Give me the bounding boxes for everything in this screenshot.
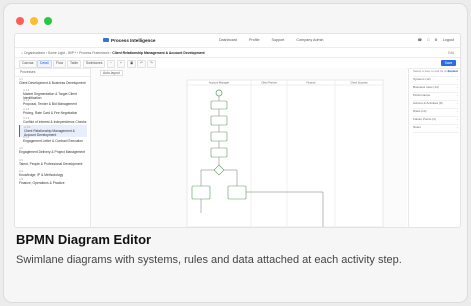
nav-support[interactable]: Support	[272, 38, 285, 42]
sidebar-item[interactable]: 4.5 Finance, Operations & Practice	[19, 177, 87, 185]
property-section-label: Performance	[413, 93, 431, 97]
sidebar-item-label: Conflict of Interest & Independence Chec…	[23, 120, 87, 124]
diagram-canvas[interactable]: Auto-layout Account Manager Client Partn…	[91, 68, 407, 227]
property-section[interactable]: Performance ›	[413, 93, 458, 101]
property-section-label: Systems (12)	[413, 77, 431, 81]
sidebar-item[interactable]: 4.3 Talent, People & Professional Develop…	[19, 158, 87, 166]
swimlane-diagram: Account Manager Client Partner Finance C…	[186, 79, 384, 227]
notifications-icon[interactable]: ☎	[418, 38, 423, 42]
view-canvas-button[interactable]: Canvas	[19, 60, 37, 68]
property-section[interactable]: Actions & Activities (8) ›	[413, 101, 458, 109]
chevron-right-icon: ›	[457, 101, 458, 105]
nav-profile[interactable]: Profile	[249, 38, 259, 42]
zoom-in-icon[interactable]: +	[117, 60, 125, 68]
sidebar-item[interactable]: 4.1.6 Engagement Letter & Contract Execut…	[19, 135, 87, 143]
lane-header-finance: Finance	[306, 81, 316, 85]
lane-header-client-success: Client Success	[350, 81, 368, 85]
nav-right: ☎ □ ⚙ Logout	[418, 38, 454, 42]
breadcrumb-current: Client Relationship Management & Account…	[112, 50, 205, 55]
sidebar-item-label: Talent, People & Professional Developmen…	[19, 162, 83, 166]
sidebar-item-label: Client Development & Business Developmen…	[19, 81, 86, 85]
calendar-icon[interactable]: □	[427, 38, 429, 42]
start-event[interactable]	[215, 89, 223, 97]
brand-name: Process Intelligence	[111, 37, 156, 43]
feature-description: Swimlane diagrams with systems, rules an…	[16, 254, 402, 266]
activity-node[interactable]	[227, 185, 247, 200]
activity-node[interactable]	[191, 185, 211, 200]
property-section-label: Failure Points (3)	[413, 117, 436, 121]
expand-link[interactable]: Expand	[448, 69, 458, 73]
nav-dashboard[interactable]: Dashboard	[219, 38, 237, 42]
sidebar-item[interactable]: 4.4 Knowledge, IP & Methodology	[19, 169, 87, 177]
sidebar-item[interactable]: 4.1.4 Conflict of Interest & Independence…	[19, 116, 87, 124]
settings-icon[interactable]: ⚙	[434, 38, 437, 42]
chevron-right-icon: ›	[457, 77, 458, 81]
brand-icon	[103, 38, 109, 42]
window-controls	[16, 17, 52, 25]
sidebar-item-label: Pricing, Rate Card & Fee Negotiation	[23, 111, 78, 115]
redo-icon[interactable]: ↷	[147, 60, 156, 68]
save-button[interactable]: Save	[441, 59, 456, 66]
sidebar-item-label: Engagement Letter & Contract Execution	[23, 139, 83, 143]
activity-node[interactable]	[210, 147, 228, 158]
view-flow-button[interactable]: Flow	[53, 60, 67, 68]
main-nav: Dashboard Profile Support Company Admin	[219, 38, 323, 42]
property-section[interactable]: Failure Points (3) ›	[413, 117, 458, 125]
lane-header-account-manager: Account Manager	[209, 81, 229, 85]
app-screenshot: Process Intelligence Dashboard Profile S…	[14, 33, 461, 228]
chevron-right-icon: ›	[457, 109, 458, 113]
view-table-button[interactable]: Table	[67, 60, 82, 68]
property-section-label: Risks (12)	[413, 109, 427, 113]
feature-card: Process Intelligence Dashboard Profile S…	[4, 4, 467, 302]
activity-node[interactable]	[210, 115, 228, 126]
edit-link[interactable]: Edit	[448, 51, 454, 55]
sidebar-header: Processes	[15, 68, 90, 77]
sidebar-item[interactable]: 4.1.2 Proposal, Tender & Bid Management	[19, 98, 87, 106]
minimize-window-button[interactable]	[30, 17, 38, 25]
property-section[interactable]: Systems (12) ›	[413, 77, 458, 85]
maximize-window-button[interactable]	[44, 17, 52, 25]
breadcrumb-path[interactable]: Organisations › Some Light - 80P+ › Proc…	[24, 51, 112, 55]
sidebar-item-label: Engagement Delivery & Project Management	[19, 150, 85, 154]
activity-node[interactable]	[210, 100, 228, 110]
sidebar-item[interactable]: 4.1.3 Pricing, Rate Card & Fee Negotiatio…	[19, 107, 87, 115]
nav-company-admin[interactable]: Company Admin	[296, 38, 323, 42]
activity-node[interactable]	[210, 131, 228, 142]
property-section-label: Business rules (14)	[413, 85, 439, 89]
sidebar-item[interactable]: 4.2 Engagement Delivery & Project Managem…	[19, 146, 87, 154]
chevron-right-icon: ›	[457, 85, 458, 89]
chevron-right-icon: ›	[457, 93, 458, 97]
property-section[interactable]: Risks (12) ›	[413, 109, 458, 117]
process-sidebar: Processes 4.1 Client Development & Busine…	[15, 68, 91, 227]
top-nav-bar: Process Intelligence Dashboard Profile S…	[15, 34, 460, 48]
property-section-label: Notes	[413, 125, 421, 129]
property-section[interactable]: Business rules (14) ›	[413, 85, 458, 93]
view-detail-button[interactable]: Detail	[37, 60, 52, 68]
fit-view-icon[interactable]: ▣	[127, 60, 137, 68]
property-section-label: Actions & Activities (8)	[413, 101, 443, 105]
sidebar-item-label: Proposal, Tender & Bid Management	[23, 102, 77, 106]
sidebar-item-label: Finance, Operations & Practice	[19, 181, 65, 185]
close-window-button[interactable]	[16, 17, 24, 25]
brand-logo[interactable]: Process Intelligence	[103, 38, 155, 43]
view-swimlanes-button[interactable]: Swimlanes	[83, 60, 106, 68]
undo-icon[interactable]: ↶	[137, 60, 146, 68]
property-section[interactable]: Notes ›	[413, 125, 458, 133]
lane-header-client-partner: Client Partner	[261, 81, 277, 85]
chevron-right-icon: ›	[457, 125, 458, 129]
breadcrumb: ⌂ Organisations › Some Light - 80P+ › Pr…	[15, 48, 460, 58]
properties-panel: Select a step to edit its properties Exp…	[408, 68, 460, 227]
chevron-right-icon: ›	[457, 117, 458, 121]
sidebar-item[interactable]: 4.1 Client Development & Business Develop…	[19, 77, 87, 85]
nav-logout[interactable]: Logout	[443, 38, 454, 42]
feature-title: BPMN Diagram Editor	[16, 232, 152, 247]
zoom-out-icon[interactable]: −	[107, 60, 115, 68]
